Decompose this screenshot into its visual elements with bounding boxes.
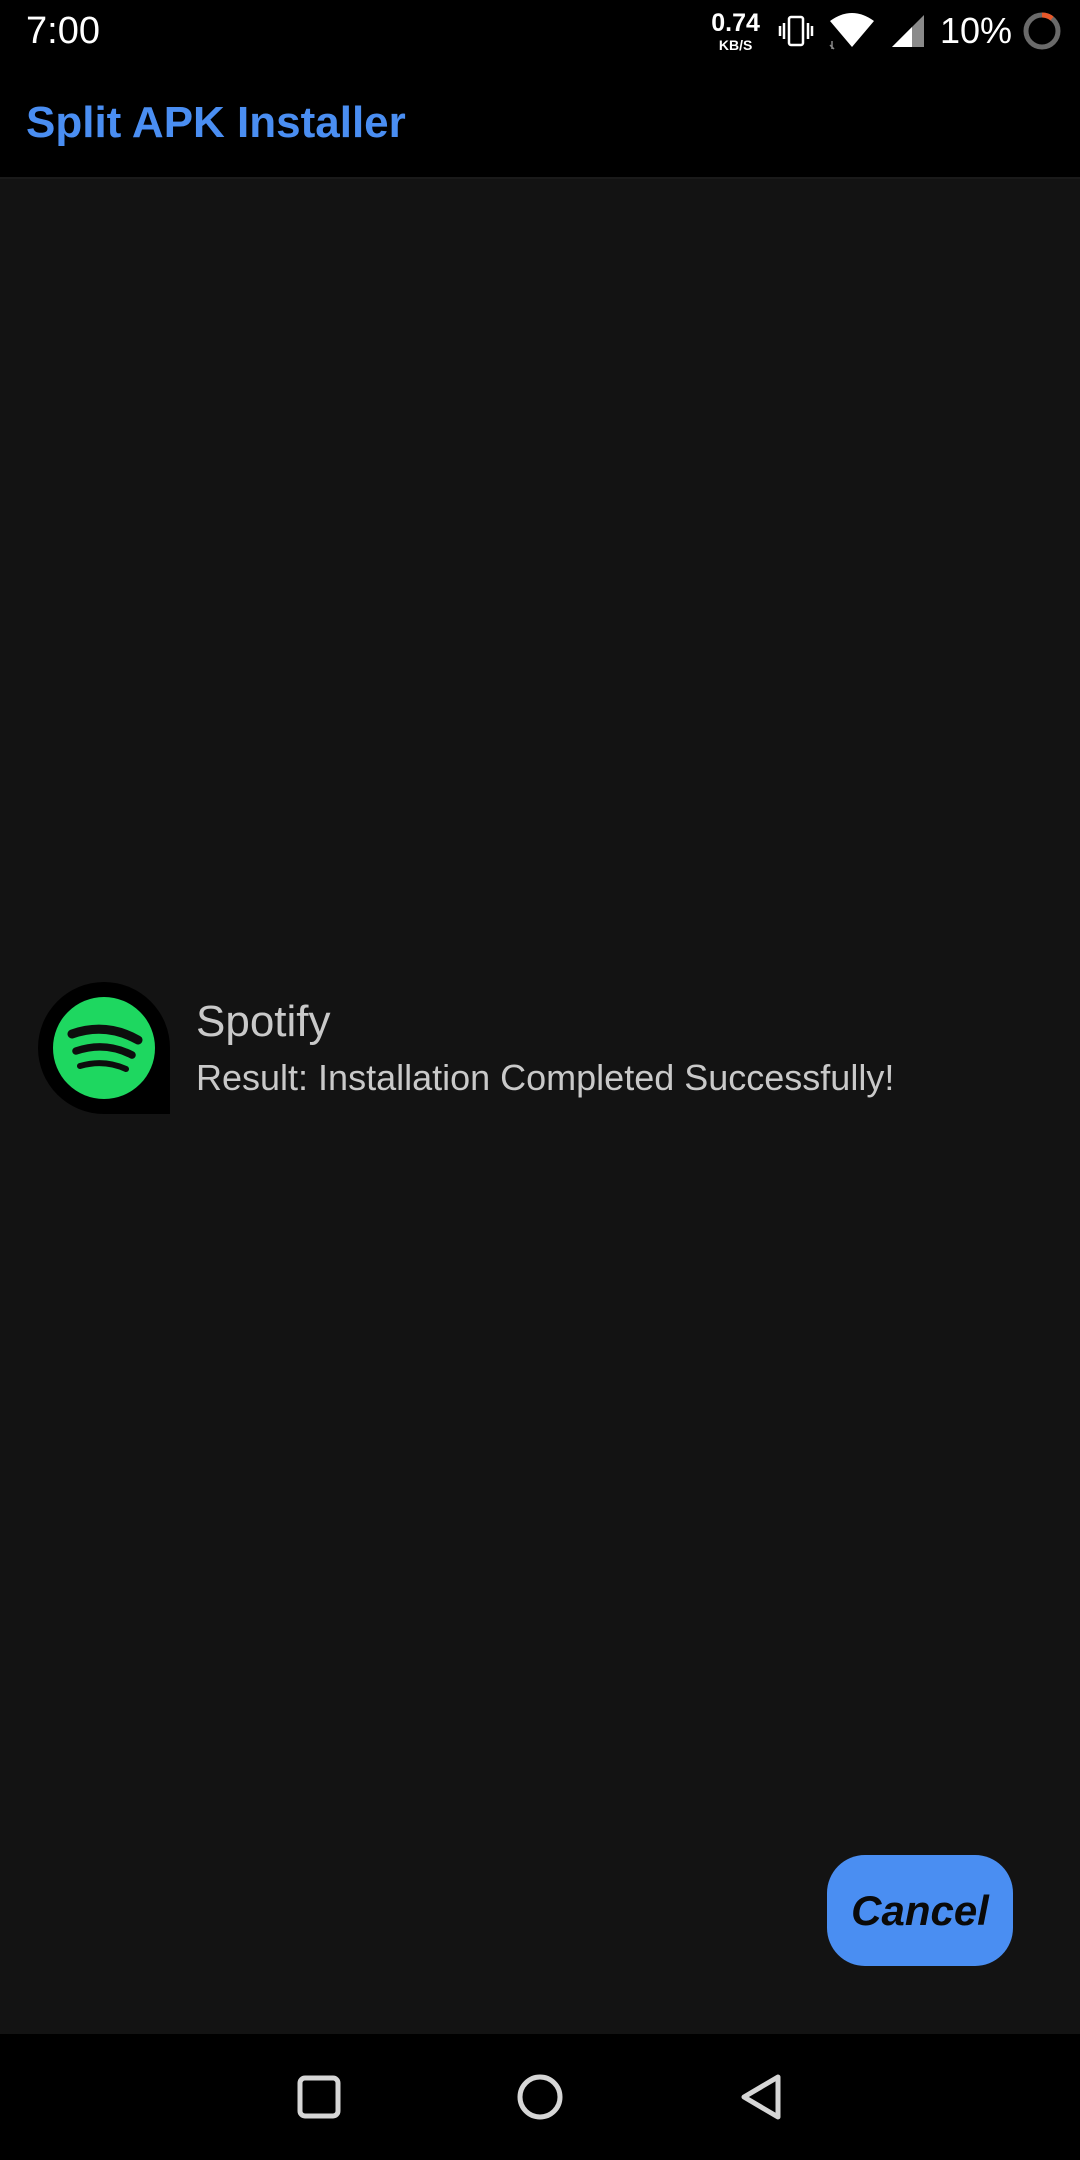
- status-time: 7:00: [26, 10, 100, 52]
- back-triangle-icon[interactable]: [727, 2062, 797, 2132]
- spotify-icon: [38, 982, 170, 1114]
- network-speed-unit: KB/S: [718, 36, 753, 53]
- wifi-icon: [828, 11, 876, 51]
- cellular-signal-icon: [890, 13, 926, 49]
- battery-ring-icon: [1022, 11, 1062, 51]
- screen: 7:00 0.74 KB/S 10% Split APK Installer S…: [0, 0, 1080, 2160]
- status-bar: 7:00 0.74 KB/S 10%: [0, 0, 1080, 62]
- vibrate-icon: [778, 13, 814, 49]
- app-title: Split APK Installer: [26, 98, 406, 147]
- cancel-button[interactable]: Cancel: [827, 1855, 1013, 1966]
- network-speed: 0.74 KB/S: [711, 8, 760, 53]
- recents-square-icon[interactable]: [284, 2062, 354, 2132]
- home-circle-icon[interactable]: [505, 2062, 575, 2132]
- install-result-text: Result: Installation Completed Successfu…: [196, 1057, 895, 1098]
- battery-percent: 10%: [939, 10, 1012, 51]
- app-bar: Split APK Installer: [0, 62, 1080, 179]
- install-item: Spotify Result: Installation Completed S…: [38, 982, 1048, 1114]
- navigation-bar: [0, 2034, 1080, 2160]
- status-icons: 0.74 KB/S 10%: [711, 0, 1062, 62]
- network-speed-value: 0.74: [711, 8, 760, 37]
- app-name: Spotify: [196, 997, 331, 1046]
